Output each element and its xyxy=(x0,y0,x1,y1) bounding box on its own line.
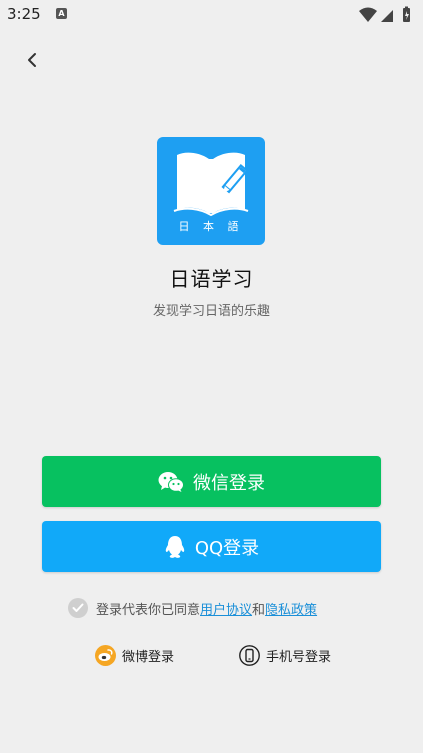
chevron-left-icon xyxy=(28,53,36,67)
status-time: 3:25 xyxy=(7,5,41,23)
back-button[interactable] xyxy=(18,48,46,72)
app-name: 日语学习 xyxy=(169,267,254,291)
phone-login-button[interactable]: 手机号登录 xyxy=(239,643,331,667)
phone-login-label: 手机号登录 xyxy=(266,649,332,665)
wechat-login-label: 微信登录 xyxy=(193,472,265,494)
qq-login-label: QQ登录 xyxy=(194,537,260,559)
wechat-login-button[interactable]: 微信登录 xyxy=(42,456,381,507)
signal-icon xyxy=(381,10,393,22)
agreement-row: 登录代表你已同意 用户协议 和 隐私政策 xyxy=(68,597,317,619)
notification-badge: A xyxy=(56,8,67,19)
qq-penguin-icon xyxy=(164,535,186,559)
terms-link[interactable]: 用户协议 xyxy=(200,599,252,618)
app-logo: 日 本 語 xyxy=(157,137,265,245)
weibo-login-label: 微博登录 xyxy=(122,649,175,665)
weibo-icon xyxy=(95,644,116,666)
wechat-icon xyxy=(158,471,184,493)
agreement-checkbox[interactable] xyxy=(68,598,88,618)
logo-caption: 日 本 語 xyxy=(178,220,244,233)
wifi-icon xyxy=(359,7,377,22)
status-icons xyxy=(359,6,410,22)
app-tagline: 发现学习日语的乐趣 xyxy=(152,304,270,319)
checkmark-icon xyxy=(72,603,84,612)
qq-login-button[interactable]: QQ登录 xyxy=(42,521,381,572)
privacy-link[interactable]: 隐私政策 xyxy=(265,599,317,618)
agreement-prefix: 登录代表你已同意 xyxy=(96,602,201,618)
status-bar: 3:25 A xyxy=(0,0,423,30)
agreement-joiner: 和 xyxy=(252,602,266,618)
weibo-login-button[interactable]: 微博登录 xyxy=(95,643,174,667)
phone-icon xyxy=(239,644,260,666)
